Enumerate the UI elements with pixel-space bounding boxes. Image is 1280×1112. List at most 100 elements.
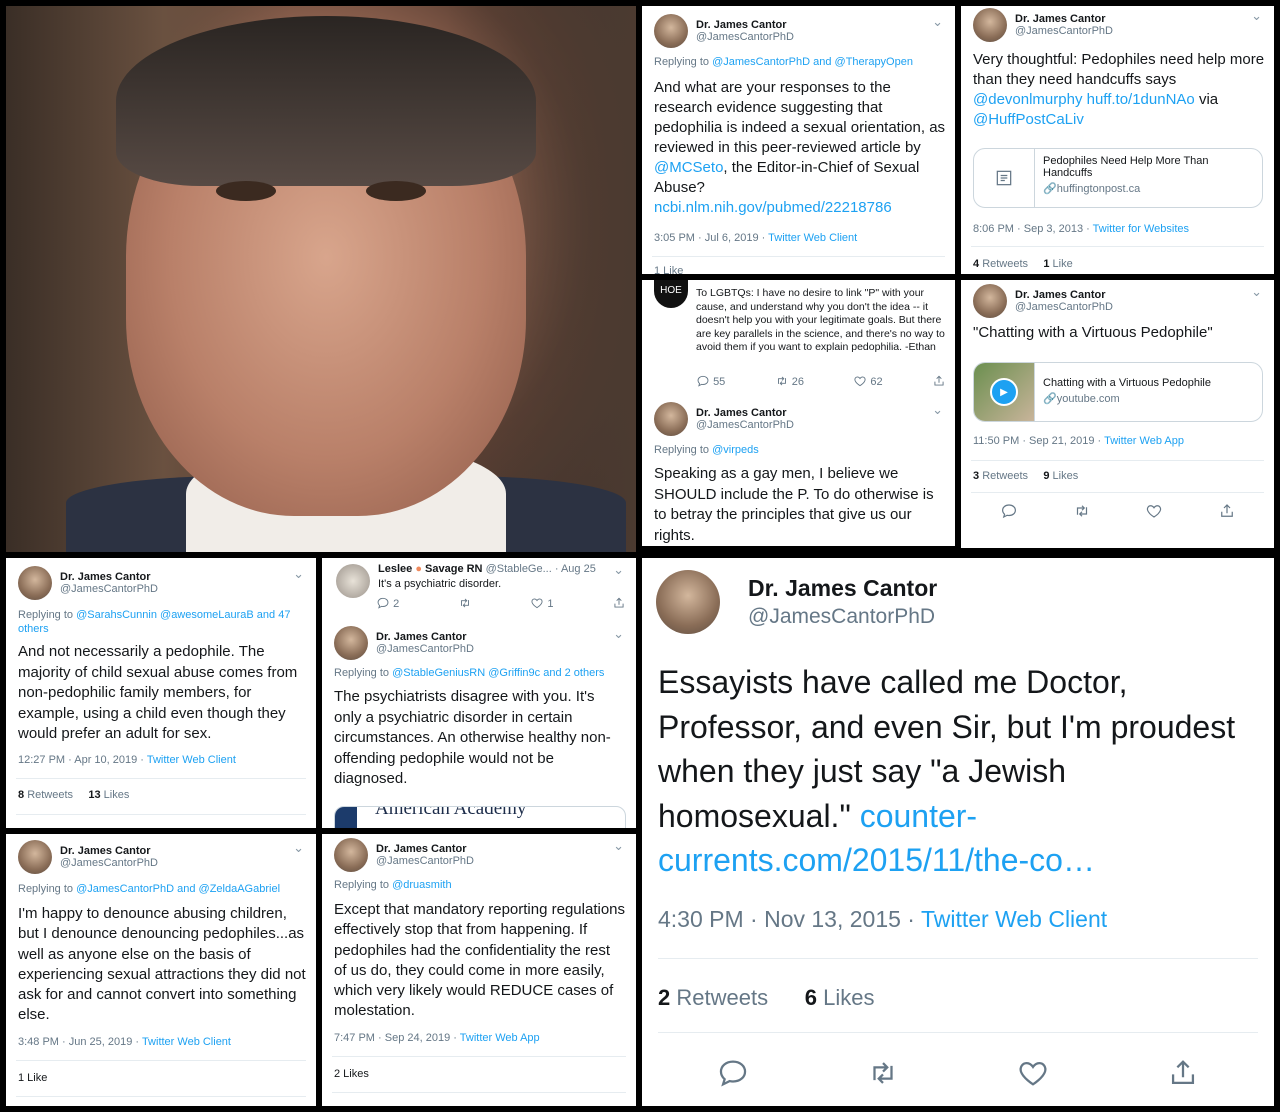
author-name[interactable]: Dr. James Cantor bbox=[696, 407, 794, 419]
reply-icon[interactable] bbox=[716, 1056, 750, 1090]
tweet-card-4[interactable]: Dr. James Cantor @JamesCantorPhD ⌄ "Chat… bbox=[961, 280, 1274, 548]
like-button[interactable]: 62 bbox=[853, 374, 883, 388]
share-button[interactable] bbox=[932, 374, 946, 388]
avatar[interactable] bbox=[334, 838, 368, 872]
avatar[interactable] bbox=[18, 566, 52, 600]
tweet-card-6[interactable]: Leslee ● Savage RN @StableGe... · Aug 25… bbox=[322, 558, 636, 828]
tweet-card-8[interactable]: Dr. James Cantor @JamesCantorPhD ⌄ Reply… bbox=[322, 834, 636, 1106]
author-name[interactable]: Dr. James Cantor bbox=[376, 631, 474, 643]
reply-button[interactable]: 55 bbox=[696, 374, 725, 388]
client-link[interactable]: Twitter Web Client bbox=[768, 232, 857, 244]
retweets-count[interactable]: 3 Retweets bbox=[973, 470, 1028, 482]
avatar[interactable] bbox=[334, 626, 368, 660]
client-link[interactable]: Twitter for Websites bbox=[1093, 223, 1189, 235]
link-preview-card[interactable]: ▶ Chatting with a Virtuous Pedophile 🔗yo… bbox=[973, 362, 1263, 422]
avatar[interactable] bbox=[18, 840, 52, 874]
author-handle[interactable]: @JamesCantorPhD bbox=[748, 605, 937, 629]
author-handle[interactable]: @JamesCantorPhD bbox=[696, 31, 794, 43]
likes-count[interactable]: 2 Likes bbox=[334, 1068, 369, 1080]
replying-to-link[interactable]: @StableGeniusRN @Griffin9c and 2 others bbox=[392, 667, 604, 679]
chevron-down-icon[interactable]: ⌄ bbox=[1251, 284, 1262, 300]
chevron-down-icon[interactable]: ⌄ bbox=[293, 566, 304, 582]
reply-icon[interactable] bbox=[1000, 502, 1018, 520]
tweet-card-1[interactable]: Dr. James Cantor @JamesCantorPhD ⌄ Reply… bbox=[642, 6, 955, 274]
author-name[interactable]: Dr. James Cantor bbox=[1015, 289, 1113, 301]
likes-count[interactable]: 1 Like bbox=[1043, 258, 1072, 270]
retweet-icon[interactable] bbox=[1073, 502, 1091, 520]
quoted-author-name[interactable]: Leslee bbox=[378, 563, 412, 575]
retweets-count[interactable]: 2 Retweets bbox=[658, 985, 768, 1010]
client-link[interactable]: Twitter Web Client bbox=[921, 906, 1107, 932]
retweets-count[interactable]: 8 Retweets bbox=[18, 789, 73, 801]
article-link[interactable]: ncbi.nlm.nih.gov/pubmed/22218786 bbox=[654, 199, 892, 216]
author-name[interactable]: Dr. James Cantor bbox=[376, 843, 474, 855]
reply-button[interactable]: 2 bbox=[376, 596, 399, 610]
chevron-down-icon[interactable]: ⌄ bbox=[613, 838, 624, 854]
chevron-down-icon[interactable]: ⌄ bbox=[293, 840, 304, 856]
likes-count[interactable]: 1 Like bbox=[654, 265, 683, 274]
avatar[interactable] bbox=[654, 402, 688, 436]
retweets-count[interactable]: 4 Retweets bbox=[973, 258, 1028, 270]
like-button[interactable]: 1 bbox=[530, 596, 553, 610]
author-handle[interactable]: @JamesCantorPhD bbox=[60, 583, 158, 595]
avatar[interactable] bbox=[654, 14, 688, 48]
mention-link[interactable]: @devonlmurphy bbox=[973, 91, 1082, 108]
avatar[interactable] bbox=[656, 570, 720, 634]
tweet-card-7[interactable]: Dr. James Cantor @JamesCantorPhD ⌄ Reply… bbox=[6, 834, 316, 1106]
author-name[interactable]: Dr. James Cantor bbox=[696, 19, 794, 31]
link-preview-card[interactable]: Pedophiles Need Help More Than Handcuffs… bbox=[973, 148, 1263, 208]
avatar[interactable] bbox=[973, 8, 1007, 42]
like-icon[interactable] bbox=[1145, 502, 1163, 520]
author-handle[interactable]: @JamesCantorPhD bbox=[1015, 25, 1113, 37]
likes-count[interactable]: 9 Likes bbox=[1043, 470, 1078, 482]
author-name[interactable]: Dr. James Cantor bbox=[60, 845, 158, 857]
author-name[interactable]: Dr. James Cantor bbox=[1015, 13, 1113, 25]
tweet-card-2[interactable]: Dr. James Cantor @JamesCantorPhD ⌄ Very … bbox=[961, 6, 1274, 274]
client-link[interactable]: Twitter Web App bbox=[460, 1032, 540, 1044]
chevron-down-icon[interactable]: ⌄ bbox=[613, 562, 624, 578]
mention-link[interactable]: @HuffPostCaLiv bbox=[973, 111, 1084, 128]
like-icon[interactable] bbox=[1016, 1056, 1050, 1090]
chevron-down-icon[interactable]: ⌄ bbox=[1251, 8, 1262, 24]
video-thumbnail[interactable]: ▶ bbox=[974, 363, 1035, 421]
replying-to-link[interactable]: @virpeds bbox=[712, 444, 759, 456]
replying-to-link[interactable]: @JamesCantorPhD and @ZeldaAGabriel bbox=[76, 883, 280, 895]
likes-count[interactable]: 13 Likes bbox=[88, 789, 129, 801]
avatar[interactable] bbox=[973, 284, 1007, 318]
author-name[interactable]: Dr. James Cantor bbox=[748, 575, 937, 602]
replying-to-link[interactable]: @JamesCantorPhD and @TherapyOpen bbox=[712, 56, 913, 68]
chevron-down-icon[interactable]: ⌄ bbox=[932, 14, 943, 30]
likes-count[interactable]: 1 Like bbox=[18, 1072, 47, 1084]
link-preview-card-peek[interactable]: American Academy bbox=[334, 806, 626, 828]
article-link[interactable]: huff.to/1dunNAo bbox=[1087, 91, 1195, 108]
author-handle[interactable]: @JamesCantorPhD bbox=[60, 857, 158, 869]
client-link[interactable]: Twitter Web Client bbox=[142, 1036, 231, 1048]
author-handle[interactable]: @JamesCantorPhD bbox=[376, 855, 474, 867]
share-icon[interactable] bbox=[1218, 502, 1236, 520]
author-handle[interactable]: @JamesCantorPhD bbox=[1015, 301, 1113, 313]
likes-count[interactable]: 6 Likes bbox=[805, 985, 875, 1010]
client-link[interactable]: Twitter Web App bbox=[1104, 435, 1184, 447]
share-icon[interactable] bbox=[1166, 1056, 1200, 1090]
quoted-author-handle[interactable]: @StableGe... bbox=[486, 563, 552, 575]
retweet-button[interactable] bbox=[458, 596, 472, 610]
play-icon[interactable]: ▶ bbox=[990, 378, 1018, 406]
mention-link[interactable]: @MCSeto bbox=[654, 159, 723, 176]
share-button[interactable] bbox=[612, 596, 626, 610]
chevron-down-icon[interactable]: ⌄ bbox=[932, 402, 943, 418]
retweet-button[interactable]: 26 bbox=[775, 374, 804, 388]
author-handle[interactable]: @JamesCantorPhD bbox=[376, 643, 474, 655]
quoted-tweet-avatar[interactable]: HOE bbox=[654, 280, 688, 308]
client-link[interactable]: Twitter Web Client bbox=[147, 754, 236, 766]
author-handle[interactable]: @JamesCantorPhD bbox=[696, 419, 794, 431]
replying-to-link[interactable]: @druasmith bbox=[392, 879, 451, 891]
replying-to: Replying to @druasmith bbox=[334, 879, 452, 891]
quoted-author-name-2[interactable]: Savage RN bbox=[425, 563, 482, 575]
tweet-card-3[interactable]: HOE To LGBTQs: I have no desire to link … bbox=[642, 280, 955, 546]
tweet-card-5[interactable]: Dr. James Cantor @JamesCantorPhD ⌄ Reply… bbox=[6, 558, 316, 828]
quoted-avatar[interactable] bbox=[336, 564, 370, 598]
retweet-icon[interactable] bbox=[866, 1056, 900, 1090]
chevron-down-icon[interactable]: ⌄ bbox=[613, 626, 624, 642]
author-name[interactable]: Dr. James Cantor bbox=[60, 571, 158, 583]
tweet-card-9[interactable]: Dr. James Cantor @JamesCantorPhD Essayis… bbox=[642, 558, 1274, 1106]
